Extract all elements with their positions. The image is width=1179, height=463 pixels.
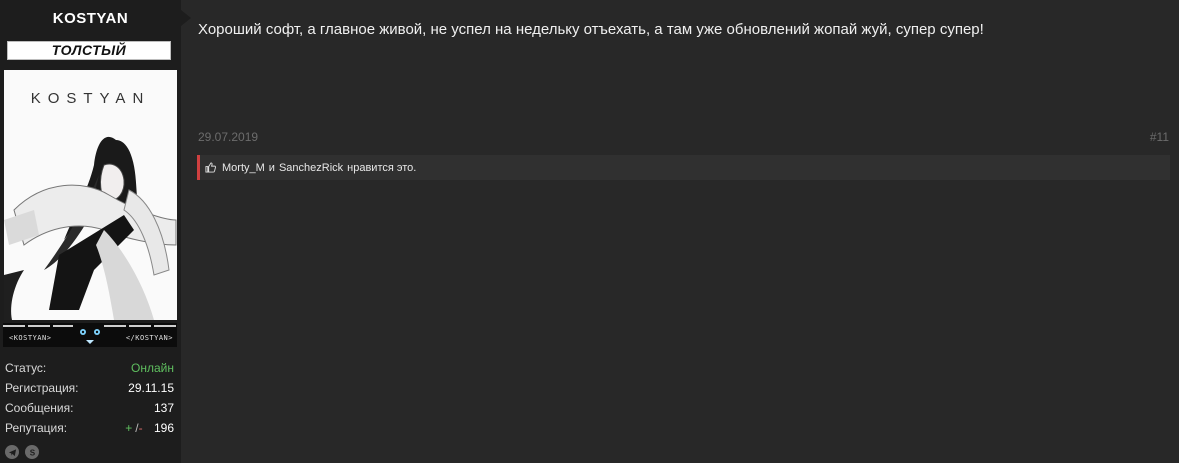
stat-row-status: Статус: Онлайн <box>5 358 174 378</box>
banner-bar <box>154 325 176 327</box>
avatar-illustration <box>4 136 177 320</box>
avatar[interactable]: KOSTYAN <box>4 70 177 320</box>
username[interactable]: KOSTYAN <box>0 10 181 27</box>
banner-left-text: <KOSTYAN> <box>9 334 52 342</box>
likes-bar: Morty_M и SanchezRick нравится это. <box>197 155 1170 180</box>
stat-label: Репутация: <box>5 421 68 435</box>
skype-icon[interactable]: S <box>25 445 39 459</box>
thumbs-up-icon <box>205 162 216 173</box>
registration-value: 29.11.15 <box>128 381 174 395</box>
reputation-plus-button[interactable]: + <box>125 421 132 435</box>
post-message: Хороший софт, а главное живой, не успел … <box>198 21 984 38</box>
post-date[interactable]: 29.07.2019 <box>198 130 258 144</box>
stat-row-messages: Сообщения: 137 <box>5 398 174 418</box>
like-user-link[interactable]: Morty_M <box>222 162 265 174</box>
user-stats: Статус: Онлайн Регистрация: 29.11.15 Соо… <box>5 358 174 438</box>
stat-label: Регистрация: <box>5 381 79 395</box>
messages-value[interactable]: 137 <box>154 401 174 415</box>
like-user-link[interactable]: SanchezRick <box>279 162 343 174</box>
signature-banner: <KOSTYAN> </KOSTYAN> <box>3 323 177 347</box>
user-panel: KOSTYAN ТОЛСТЫЙ KOSTYAN <KOSTYAN> </KOST… <box>0 0 181 463</box>
stat-label: Сообщения: <box>5 401 74 415</box>
banner-bar <box>53 325 73 327</box>
svg-text:S: S <box>29 448 35 456</box>
banner-bar <box>129 325 151 327</box>
social-links: S <box>5 445 39 459</box>
banner-right-text: </KOSTYAN> <box>125 334 173 342</box>
telegram-icon[interactable] <box>5 445 19 459</box>
stat-label: Статус: <box>5 361 47 375</box>
banner-bar <box>28 325 50 327</box>
likes-separator: и <box>268 161 275 174</box>
reputation-value: 196 <box>153 421 174 435</box>
cat-face-icon <box>80 329 100 344</box>
banner-bar <box>104 325 126 327</box>
status-value: Онлайн <box>131 361 174 375</box>
post-pointer <box>181 10 191 26</box>
likes-suffix: нравится это. <box>347 161 417 174</box>
reputation-minus-button[interactable]: - <box>139 421 143 435</box>
post-number[interactable]: #11 <box>1150 130 1169 144</box>
stat-row-registration: Регистрация: 29.11.15 <box>5 378 174 398</box>
user-title-banner: ТОЛСТЫЙ <box>7 41 171 60</box>
banner-bar <box>3 325 25 327</box>
stat-row-reputation: Репутация: +/- 196 <box>5 418 174 438</box>
